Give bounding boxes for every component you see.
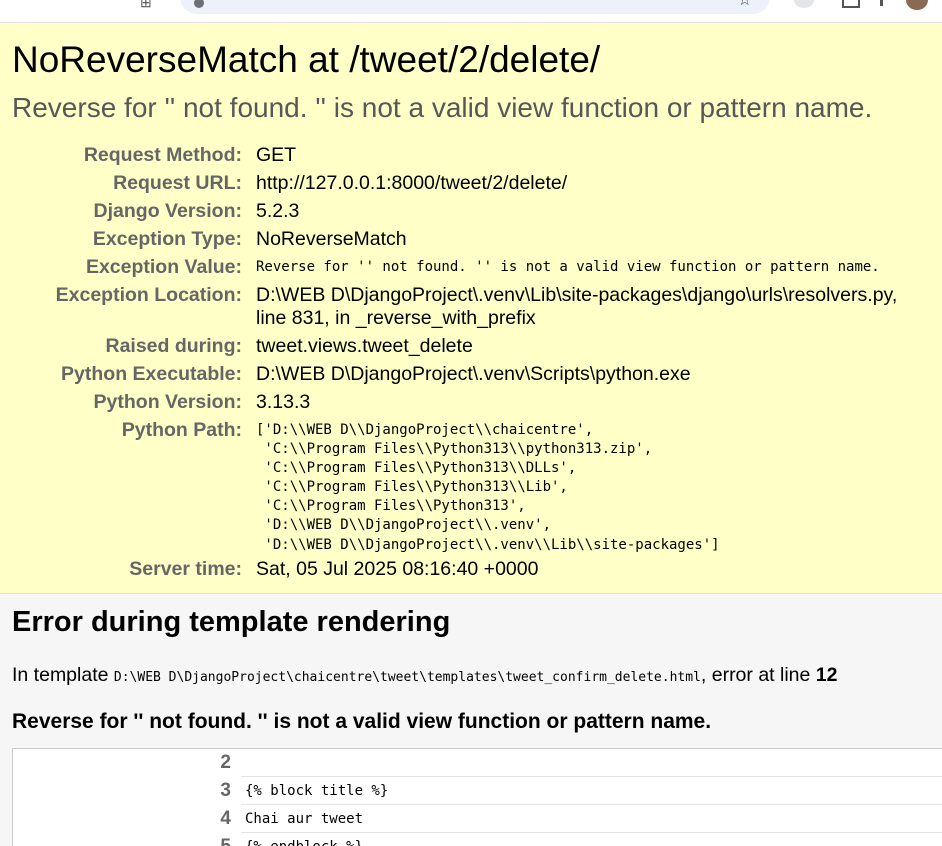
source-line: 5 {% endblock %} xyxy=(13,833,942,846)
meta-label: Request Method: xyxy=(83,144,242,166)
line-code: Chai aur tweet xyxy=(241,805,942,833)
request-meta-table: Request Method: GET Request URL: http://… xyxy=(0,141,942,583)
template-error-section: Error during template rendering In templ… xyxy=(0,594,942,846)
template-error-heading: Error during template rendering xyxy=(12,606,451,638)
template-path: D:\WEB D\DjangoProject\chaicentre\tweet\… xyxy=(113,670,701,685)
line-number: 4 xyxy=(220,808,231,829)
meta-label: Request URL: xyxy=(113,172,242,194)
meta-value: http://127.0.0.1:8000/tweet/2/delete/ xyxy=(256,172,568,194)
meta-row-server-time: Server time: Sat, 05 Jul 2025 08:16:40 +… xyxy=(0,555,942,583)
extensions-icon[interactable] xyxy=(842,0,860,8)
menu-icon[interactable] xyxy=(880,0,883,6)
location-line: line 831, in _reverse_with_prefix xyxy=(256,307,536,329)
source-line: 2 xyxy=(13,749,942,777)
meta-label: Raised during: xyxy=(105,335,242,357)
meta-value: tweet.views.tweet_delete xyxy=(256,335,473,357)
meta-row-exception-location: Exception Location: D:\WEB D\DjangoProje… xyxy=(0,281,942,332)
template-error-message: Reverse for '' not found. '' is not a va… xyxy=(12,710,712,733)
meta-value: NoReverseMatch xyxy=(256,228,407,250)
meta-row-django-version: Django Version: 5.2.3 xyxy=(0,197,942,225)
meta-row-python-path: Python Path: ['D:\\WEB D\\DjangoProject\… xyxy=(0,416,942,555)
location-path: D:\WEB D\DjangoProject\.venv\Lib\site-pa… xyxy=(256,284,898,306)
error-summary: NoReverseMatch at /tweet/2/delete/ Rever… xyxy=(0,23,942,594)
meta-value: Sat, 05 Jul 2025 08:16:40 +0000 xyxy=(256,557,539,580)
page-title: NoReverseMatch at /tweet/2/delete/ xyxy=(12,39,601,80)
in-template-prefix: In template xyxy=(12,664,114,686)
meta-value: 3.13.3 xyxy=(256,391,311,413)
meta-value: D:\WEB D\DjangoProject\.venv\Scripts\pyt… xyxy=(256,363,691,385)
meta-row-python-executable: Python Executable: D:\WEB D\DjangoProjec… xyxy=(0,360,942,388)
meta-row-exception-value: Exception Value: Reverse for '' not foun… xyxy=(0,253,942,281)
exception-message: Reverse for '' not found. '' is not a va… xyxy=(12,92,873,123)
meta-row-request-method: Request Method: GET xyxy=(0,141,942,169)
meta-label: Exception Location: xyxy=(55,284,242,306)
line-code: {% block title %} xyxy=(241,777,942,805)
meta-label: Exception Value: xyxy=(85,256,242,278)
error-at-text: , error at line xyxy=(700,664,816,686)
meta-label: Python Path: xyxy=(121,419,242,441)
line-number: 2 xyxy=(220,752,231,773)
meta-label: Python Version: xyxy=(93,391,242,413)
meta-value: GET xyxy=(256,144,297,166)
meta-row-exception-type: Exception Type: NoReverseMatch xyxy=(0,225,942,253)
apps-grid-icon[interactable]: ⊞ xyxy=(140,0,154,10)
meta-row-python-version: Python Version: 3.13.3 xyxy=(0,388,942,416)
meta-label: Exception Type: xyxy=(92,228,242,250)
browser-toolbar: ⊞ ☆ xyxy=(0,0,942,23)
line-number: 3 xyxy=(220,780,231,801)
meta-label: Django Version: xyxy=(93,200,242,222)
template-location: In template D:\WEB D\DjangoProject\chaic… xyxy=(12,664,837,687)
error-line-number: 12 xyxy=(815,664,838,686)
line-code xyxy=(241,749,942,777)
profile-icon[interactable] xyxy=(794,0,814,8)
python-path-list: ['D:\\WEB D\\DjangoProject\\chaicentre',… xyxy=(256,422,720,553)
source-line: 4 Chai aur tweet xyxy=(13,805,942,833)
meta-value: 5.2.3 xyxy=(256,200,300,222)
meta-value: Reverse for '' not found. '' is not a va… xyxy=(256,259,880,275)
line-number: 5 xyxy=(13,833,231,846)
source-line: 3 {% block title %} xyxy=(13,777,942,805)
address-bar[interactable]: ☆ xyxy=(180,0,770,14)
meta-label: Python Executable: xyxy=(61,363,242,385)
meta-value: D:\WEB D\DjangoProject\.venv\Lib\site-pa… xyxy=(256,281,897,332)
meta-value: ['D:\\WEB D\\DjangoProject\\chaicentre',… xyxy=(256,416,720,555)
meta-row-raised-during: Raised during: tweet.views.tweet_delete xyxy=(0,332,942,360)
user-avatar[interactable] xyxy=(906,0,928,10)
meta-row-request-url: Request URL: http://127.0.0.1:8000/tweet… xyxy=(0,169,942,197)
template-source-listing: 2 3 {% block title %} 4 Chai aur tweet 5… xyxy=(12,748,942,846)
meta-label: Server time: xyxy=(129,557,242,580)
line-code: {% endblock %} xyxy=(241,833,942,846)
site-info-icon[interactable] xyxy=(194,0,204,8)
bookmark-star-icon[interactable]: ☆ xyxy=(738,0,752,10)
